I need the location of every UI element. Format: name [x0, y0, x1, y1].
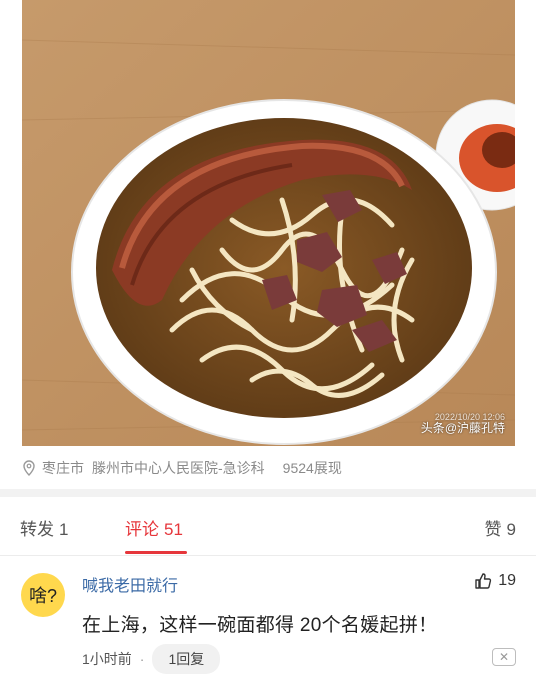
comment-like-button[interactable]: 19 — [474, 572, 516, 590]
comment-meta: 1小时前 · 1回复 — [82, 644, 221, 674]
tab-likes[interactable]: 赞9 — [485, 515, 516, 540]
interaction-tabs: 转发 1 评论 51 赞9 — [0, 497, 536, 556]
tab-comments-label: 评论 — [125, 520, 159, 539]
watermark-timestamp: 2022/10/20 12:06 — [434, 412, 505, 422]
tab-repost-label: 转发 — [20, 520, 54, 539]
section-divider — [0, 489, 536, 497]
dismiss-icon[interactable]: ✕ — [492, 648, 516, 666]
watermark-brand: 头条 — [420, 421, 445, 435]
comment-time: 1小时前 — [82, 651, 132, 667]
tab-likes-count: 9 — [506, 520, 516, 539]
comment-text: 在上海，这样一碗面都得 20个名媛起拼！ — [82, 615, 438, 636]
tab-repost[interactable]: 转发 1 — [20, 515, 68, 540]
tab-comments[interactable]: 评论 51 — [125, 515, 183, 540]
view-count: 9524展现 — [282, 460, 342, 476]
avatar-text: 啥? — [28, 586, 57, 606]
location-city: 枣庄市 — [42, 460, 84, 476]
active-tab-indicator — [125, 551, 187, 554]
location-place: 滕州市中心人民医院-急诊科 — [92, 460, 265, 476]
thumbs-up-icon — [475, 573, 492, 589]
comment-like-count: 19 — [498, 572, 516, 589]
post-photo[interactable]: 2022/10/20 12:06 头条@沪藤孔特 — [22, 0, 515, 446]
reply-button[interactable]: 1回复 — [152, 644, 221, 674]
comment-item: 啥? 喊我老田就行 19 在上海，这样一碗面都得 20个名媛起拼！ 1小时前 ·… — [0, 558, 536, 680]
location-pin-icon — [23, 460, 35, 476]
tab-likes-label: 赞 — [484, 520, 502, 539]
noodle-bowl-image — [22, 0, 515, 446]
tab-repost-count: 1 — [59, 520, 69, 539]
tab-comments-count: 51 — [164, 520, 183, 539]
comment-username[interactable]: 喊我老田就行 — [82, 572, 178, 596]
avatar[interactable]: 啥? — [21, 573, 65, 617]
meta-separator: · — [139, 651, 145, 667]
location-row[interactable]: 枣庄市 滕州市中心人民医院-急诊科 9524展现 — [22, 456, 342, 480]
photo-watermark: 2022/10/20 12:06 头条@沪藤孔特 — [420, 412, 505, 436]
watermark-author: @沪藤孔特 — [444, 421, 505, 435]
